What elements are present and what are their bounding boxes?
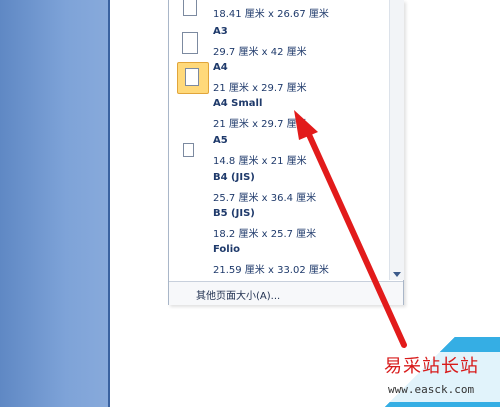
- page-icon: [185, 68, 199, 86]
- watermark-url: www.easck.com: [388, 383, 475, 396]
- paper-size-item-a5[interactable]: A5 14.8 厘米 x 21 厘米: [173, 135, 387, 171]
- paper-size-dimensions: 21 厘米 x 29.7 厘米: [213, 119, 307, 130]
- paper-size-list: 18.41 厘米 x 26.67 厘米 A3 29.7 厘米 x 42 厘米 A…: [169, 0, 389, 280]
- paper-size-item-folio[interactable]: Folio 21.59 厘米 x 33.02 厘米: [173, 244, 387, 280]
- paper-size-item-b5-jis[interactable]: B5 (JIS) 18.2 厘米 x 25.7 厘米: [173, 208, 387, 244]
- paper-size-name: A4: [213, 62, 228, 73]
- paper-size-item-a3[interactable]: A3 29.7 厘米 x 42 厘米: [173, 26, 387, 62]
- paper-size-dimensions: 21.59 厘米 x 33.02 厘米: [213, 265, 329, 276]
- paper-size-name: B4 (JIS): [213, 172, 255, 183]
- document-background-panel: [0, 0, 110, 407]
- watermark-title: 易采站长站: [384, 356, 479, 377]
- paper-size-dimensions: 25.7 厘米 x 36.4 厘米: [213, 193, 317, 204]
- paper-size-dimensions: 29.7 厘米 x 42 厘米: [213, 47, 307, 58]
- more-page-sizes-label: 其他页面大小(A)...: [196, 291, 281, 302]
- paper-size-dimensions: 18.41 厘米 x 26.67 厘米: [213, 9, 329, 20]
- paper-size-name: B5 (JIS): [213, 208, 255, 219]
- paper-size-name: A3: [213, 26, 228, 37]
- chevron-down-icon[interactable]: [393, 272, 401, 277]
- paper-size-name: Folio: [213, 244, 241, 255]
- paper-size-dimensions: 14.8 厘米 x 21 厘米: [213, 156, 307, 167]
- site-watermark: 易采站长站 www.easck.com: [380, 352, 500, 402]
- paper-size-dimensions: 18.2 厘米 x 25.7 厘米: [213, 229, 317, 240]
- page-icon: [183, 143, 194, 157]
- panel-edge: [108, 0, 110, 407]
- more-page-sizes-button[interactable]: 其他页面大小(A)...: [169, 281, 403, 305]
- list-scrollbar[interactable]: [389, 0, 404, 280]
- page-icon: [183, 0, 197, 16]
- paper-size-dimensions: 21 厘米 x 29.7 厘米: [213, 83, 307, 94]
- paper-size-dropdown: 18.41 厘米 x 26.67 厘米 A3 29.7 厘米 x 42 厘米 A…: [168, 0, 404, 305]
- paper-size-name: A4 Small: [213, 98, 263, 109]
- page-icon: [182, 32, 198, 54]
- paper-size-name: A5: [213, 135, 228, 146]
- paper-size-item-a4[interactable]: A4 21 厘米 x 29.7 厘米: [173, 62, 387, 98]
- paper-size-item-a4-small[interactable]: A4 Small 21 厘米 x 29.7 厘米: [173, 98, 387, 134]
- paper-size-item-b4-jis[interactable]: B4 (JIS) 25.7 厘米 x 36.4 厘米: [173, 172, 387, 208]
